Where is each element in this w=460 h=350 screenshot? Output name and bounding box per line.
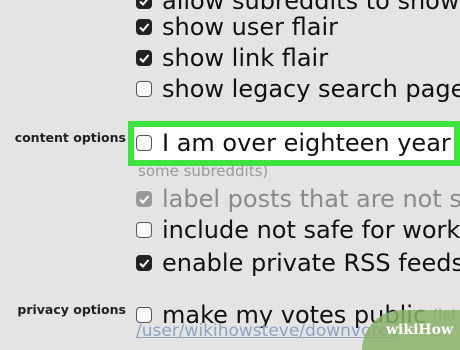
option-label-label-nsfw: label posts that are not s xyxy=(162,185,460,213)
checkmark-icon xyxy=(139,23,150,32)
option-row-over-eighteen[interactable]: I am over eighteen year xyxy=(136,128,451,158)
checkbox-link-flair[interactable] xyxy=(136,50,152,66)
option-row-label-nsfw: label posts that are not s xyxy=(136,184,460,214)
checkmark-icon xyxy=(139,0,149,6)
checkbox-include-nsfw[interactable] xyxy=(136,222,152,238)
downvoted-link[interactable]: /user/wikihowsteve/downvoted xyxy=(136,321,399,341)
checkbox-label-nsfw xyxy=(136,191,152,207)
option-label-user-flair: show user flair xyxy=(162,13,338,41)
checkmark-icon xyxy=(139,54,150,63)
watermark-how: How xyxy=(418,322,454,338)
option-label-include-nsfw: include not safe for work xyxy=(162,216,460,244)
watermark-wiki: wiki xyxy=(386,322,419,338)
section-label-privacy-options: privacy options xyxy=(17,302,126,317)
option-label-private-rss: enable private RSS feeds xyxy=(162,249,460,277)
option-row-link-flair[interactable]: show link flair xyxy=(136,43,328,73)
wikihow-watermark-text: wikiHow xyxy=(386,322,453,338)
option-label-legacy-search: show legacy search page xyxy=(162,75,460,103)
option-label-link-flair: show link flair xyxy=(162,44,329,72)
option-row-user-flair[interactable]: show user flair xyxy=(136,12,338,42)
checkbox-allow-subreddits[interactable] xyxy=(136,0,152,9)
checkbox-private-rss[interactable] xyxy=(136,255,152,271)
checkmark-icon xyxy=(139,195,150,204)
checkmark-icon xyxy=(139,259,150,268)
option-row-include-nsfw[interactable]: include not safe for work xyxy=(136,215,460,245)
section-label-content-options: content options xyxy=(14,130,126,145)
option-row-legacy-search[interactable]: show legacy search page xyxy=(136,74,460,104)
option-label-over-eighteen: I am over eighteen year xyxy=(162,129,451,157)
option-sublabel-over-eighteen: some subreddits) xyxy=(138,162,269,180)
option-row-private-rss[interactable]: enable private RSS feeds xyxy=(136,248,460,278)
checkbox-over-eighteen[interactable] xyxy=(136,135,152,151)
checkbox-legacy-search[interactable] xyxy=(136,81,152,97)
checkbox-user-flair[interactable] xyxy=(136,19,152,35)
